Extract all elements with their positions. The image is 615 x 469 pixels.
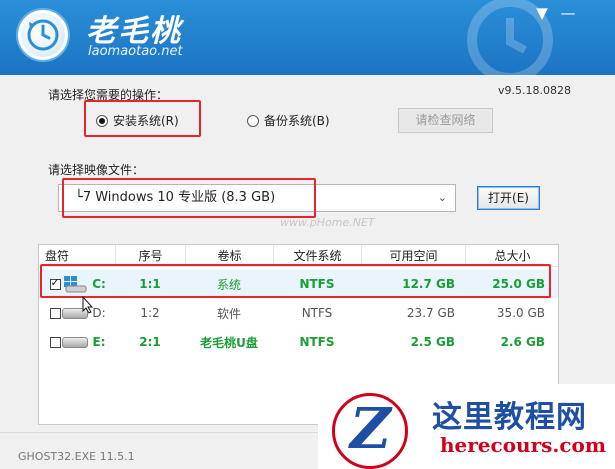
highlight-image	[62, 178, 316, 218]
backup-radio[interactable]: 备份系统(B)	[247, 112, 330, 129]
mouse-cursor-icon	[82, 295, 94, 318]
install-label: 安装系统(R)	[113, 114, 179, 128]
site-name-en: herecours.com	[440, 433, 607, 457]
chevron-down-icon[interactable]: ⌄	[438, 185, 447, 211]
col-label: 卷标	[185, 245, 273, 266]
checkbox[interactable]	[49, 307, 61, 319]
col-drive: 盘符	[45, 249, 70, 263]
drive-label: 老毛桃U盘	[200, 335, 258, 350]
col-index: 序号	[115, 245, 185, 266]
site-watermark-text: www.pHome.NET	[280, 216, 375, 229]
col-total: 总大小	[465, 245, 559, 266]
chevron-down-icon[interactable]: ▼	[532, 4, 552, 22]
open-button[interactable]: 打开(E)	[477, 186, 540, 210]
drive-total: 35.0 GB	[496, 306, 545, 320]
col-free: 可用空间	[361, 245, 465, 266]
version-text: v9.5.18.0828	[498, 84, 571, 97]
drive-fs: NTFS	[301, 306, 333, 320]
brand-url: laomaotao.net	[88, 44, 183, 59]
col-fs: 文件系统	[273, 245, 361, 266]
site-logo-letter: Z	[350, 396, 391, 462]
site-name-cn: 这里教程网	[432, 400, 587, 435]
install-radio[interactable]: 安装系统(R)	[96, 112, 179, 129]
minimize-icon[interactable]: —	[558, 4, 578, 22]
drive-label: 软件	[216, 306, 241, 321]
radio-icon[interactable]	[247, 114, 259, 127]
logo-icon	[18, 10, 68, 60]
table-row[interactable]: E: 2:1 老毛桃U盘 NTFS 2.5 GB 2.6 GB	[39, 328, 558, 356]
drive-total: 2.6 GB	[500, 335, 545, 349]
radio-icon[interactable]	[96, 114, 108, 127]
checkbox[interactable]	[49, 336, 61, 348]
drive-free: 23.7 GB	[406, 306, 455, 320]
drive-index: 1:2	[140, 306, 160, 320]
ghost-version: GHOST32.EXE 11.5.1	[18, 450, 135, 463]
drive-index: 2:1	[139, 335, 161, 349]
drive-letter: E:	[92, 335, 106, 349]
backup-label: 备份系统(B)	[264, 114, 330, 128]
table-row[interactable]: D: 1:2 软件 NTFS 23.7 GB 35.0 GB	[39, 299, 558, 327]
drive-fs: NTFS	[299, 335, 335, 349]
drive-icon	[61, 328, 89, 356]
drive-free: 2.5 GB	[410, 335, 455, 349]
highlight-drive-c	[40, 264, 551, 298]
image-label: 请选择映像文件：	[48, 163, 145, 177]
app-header: 老毛桃 laomaotao.net ▼ —	[0, 0, 615, 75]
check-network-button[interactable]: 请检查网络	[398, 108, 493, 133]
